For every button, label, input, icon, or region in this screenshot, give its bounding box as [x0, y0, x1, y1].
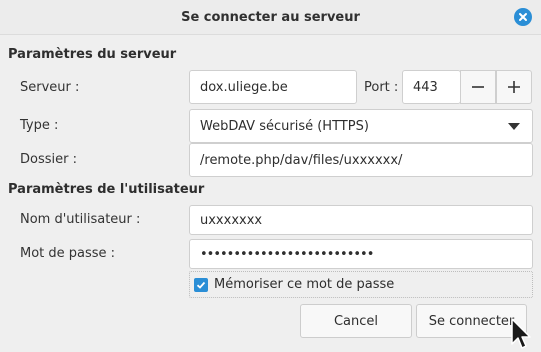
check-icon — [196, 281, 206, 289]
remember-password-label: Mémoriser ce mot de passe — [214, 277, 395, 292]
port-label: Port : — [364, 80, 399, 95]
title-bar: Se connecter au serveur — [0, 0, 541, 35]
remember-password-checkbox[interactable] — [194, 277, 208, 292]
minus-icon — [472, 86, 484, 88]
port-decrement-button[interactable] — [460, 70, 496, 104]
window-title: Se connecter au serveur — [181, 9, 360, 25]
type-value: WebDAV sécurisé (HTTPS) — [200, 118, 369, 134]
username-value: uxxxxxxx — [200, 212, 263, 228]
folder-input[interactable]: /remote.php/dav/files/uxxxxxx/ — [189, 143, 533, 177]
server-input[interactable]: dox.uliege.be — [189, 70, 357, 104]
password-label: Mot de passe : — [20, 246, 116, 261]
remember-password-checkbox-row[interactable]: Mémoriser ce mot de passe — [189, 271, 533, 298]
cancel-button[interactable]: Cancel — [300, 304, 412, 338]
folder-value: /remote.php/dav/files/uxxxxxx/ — [200, 152, 403, 168]
user-section-heading: Paramètres de l'utilisateur — [8, 182, 205, 197]
close-icon — [519, 13, 527, 21]
chevron-down-icon — [508, 122, 520, 130]
type-label: Type : — [20, 118, 59, 133]
port-input[interactable]: 443 — [402, 70, 461, 104]
close-button[interactable] — [514, 8, 532, 26]
server-label: Serveur : — [20, 80, 80, 95]
password-input[interactable]: •••••••••••••••••••••••••• — [189, 239, 533, 269]
type-select[interactable]: WebDAV sécurisé (HTTPS) — [189, 109, 533, 143]
folder-label: Dossier : — [20, 152, 77, 167]
server-value: dox.uliege.be — [200, 79, 288, 95]
mouse-pointer-icon — [511, 318, 531, 349]
port-value: 443 — [413, 79, 438, 95]
username-label: Nom d'utilisateur : — [20, 212, 141, 227]
port-increment-button[interactable] — [496, 70, 532, 104]
server-section-heading: Paramètres du serveur — [8, 47, 177, 62]
password-value: •••••••••••••••••••••••••• — [200, 246, 374, 262]
username-input[interactable]: uxxxxxxx — [189, 205, 533, 235]
plus-icon — [508, 81, 520, 93]
